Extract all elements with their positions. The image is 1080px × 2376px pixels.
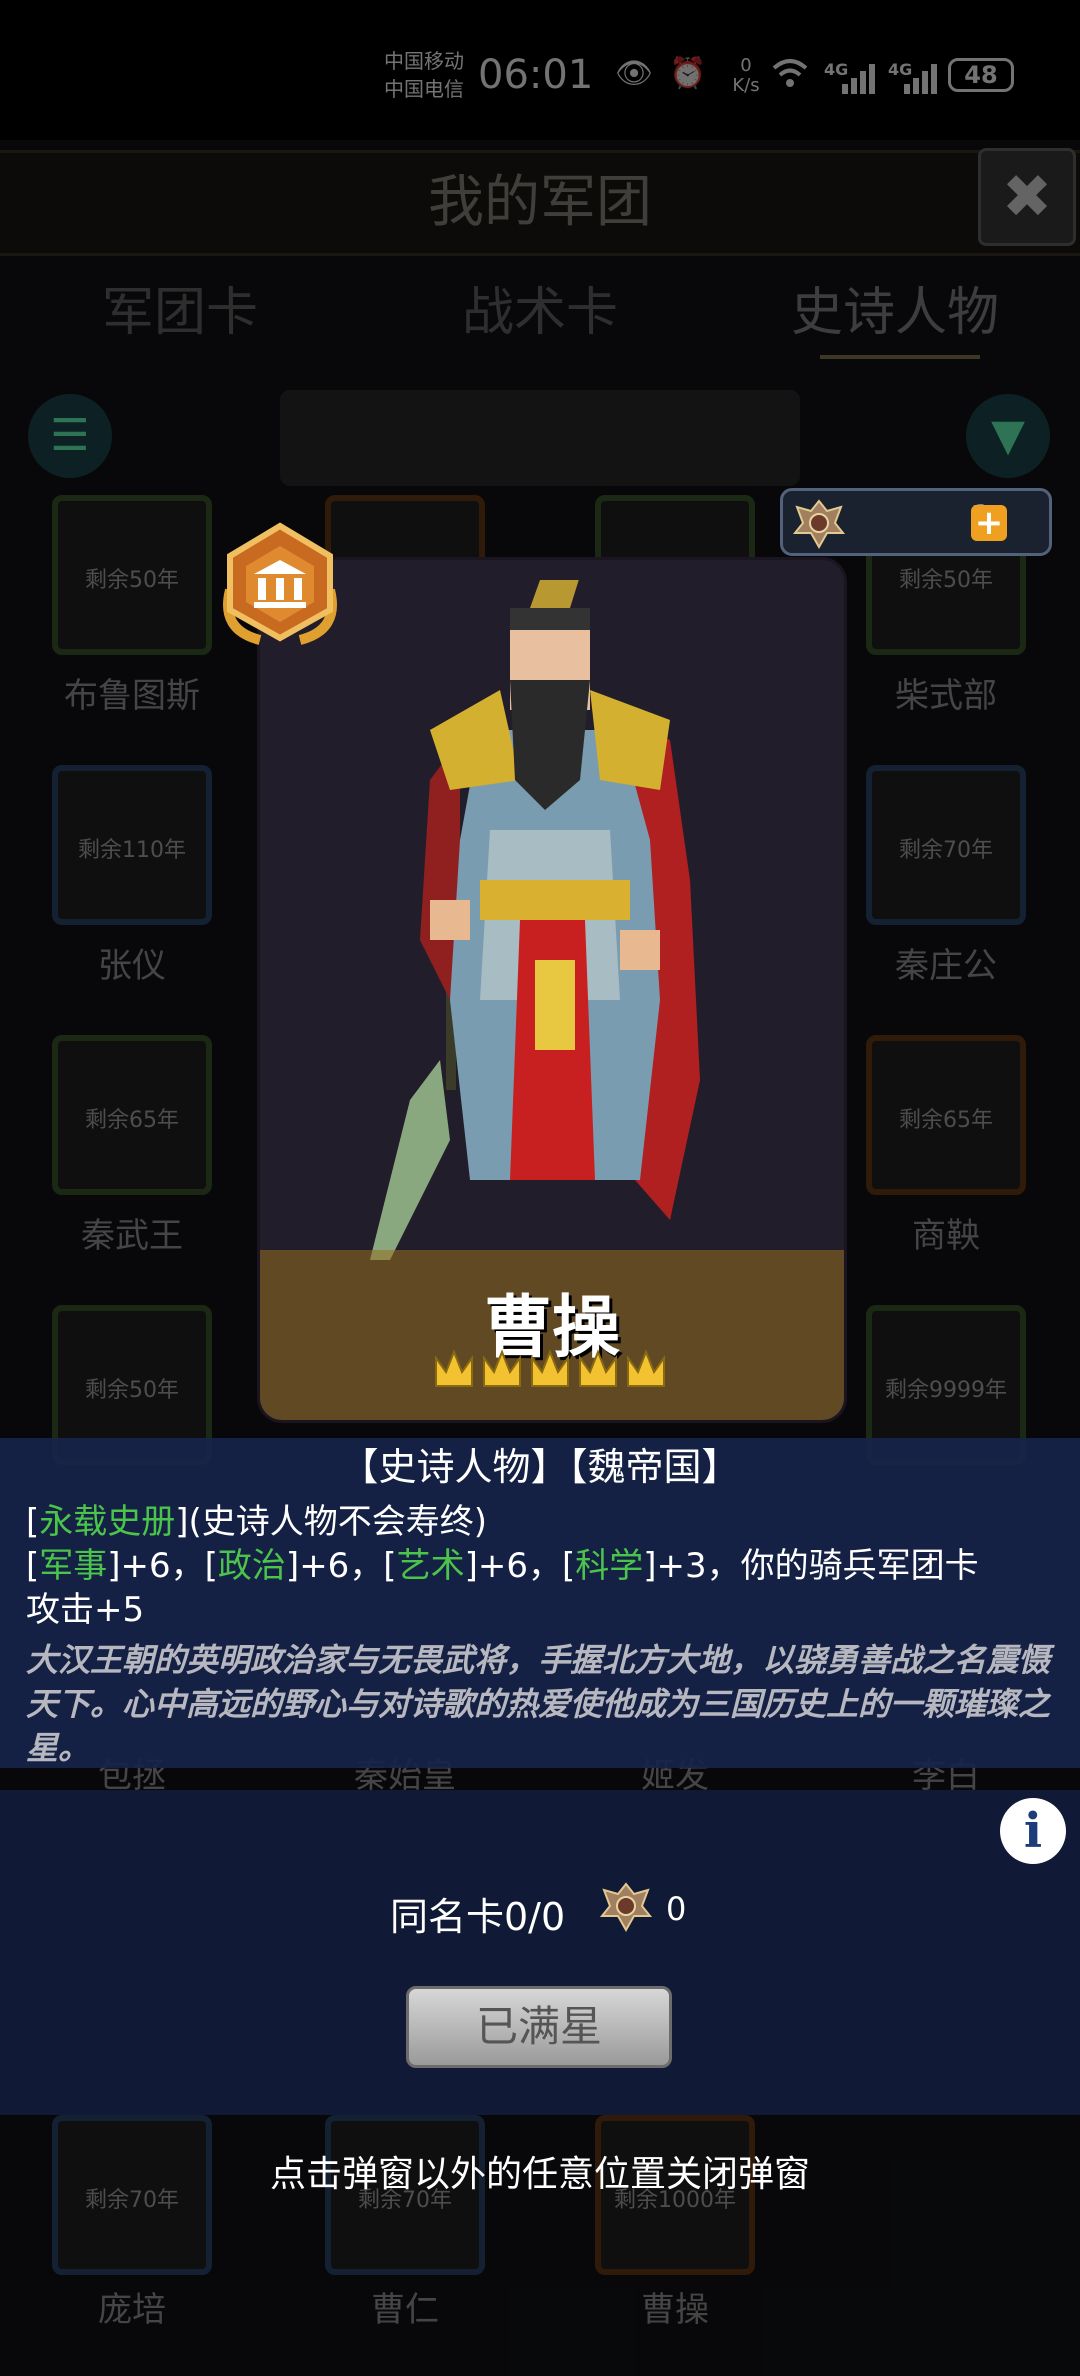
- trait-name: 永载史册: [39, 1502, 176, 1542]
- stat-politics: 政治: [217, 1546, 286, 1586]
- duplicate-token-count: 0: [666, 1890, 687, 1928]
- hero-card: 曹操: [260, 560, 844, 1420]
- carrier-1: 中国移动: [384, 49, 464, 73]
- card-remain: 剩余65年: [85, 1108, 179, 1133]
- battery-indicator: 48: [948, 58, 1014, 92]
- card-name: 布鲁图斯: [64, 676, 200, 716]
- eagle-emblem-icon: [598, 1878, 654, 1934]
- tab-active-indicator: [820, 355, 980, 359]
- token-counter: 3 +: [780, 488, 1052, 556]
- alarm-icon: ⏰: [669, 56, 707, 91]
- eagle-emblem-icon: [791, 495, 847, 551]
- filter-button[interactable]: ▼: [966, 394, 1050, 478]
- trait-line: [永载史册](史诗人物不会寿终): [26, 1502, 488, 1542]
- card-remain: 剩余50年: [85, 1378, 179, 1403]
- tab-legion-cards[interactable]: 军团卡: [30, 270, 330, 345]
- full-star-button[interactable]: 已满星: [406, 1986, 672, 2068]
- card-remain: 剩余70年: [899, 838, 993, 863]
- stats-line-2: 攻击+5: [26, 1590, 145, 1630]
- tab-tactic-cards[interactable]: 战术卡: [390, 270, 690, 345]
- page-title: 我的军团: [0, 150, 1080, 256]
- list-menu-button[interactable]: ☰: [28, 394, 112, 478]
- clock: 06:01: [478, 52, 594, 98]
- star-crowns: [432, 1342, 672, 1398]
- hero-portrait: [370, 580, 700, 1260]
- museum-badge-icon: [210, 520, 350, 650]
- search-input[interactable]: [280, 390, 800, 486]
- duplicate-card-label: 同名卡0/0: [390, 1895, 566, 1939]
- stats-line: [军事]+6，[政治]+6，[艺术]+6，[科学]+3，你的骑兵军团卡: [26, 1546, 979, 1586]
- card-name: 柴式部: [895, 676, 997, 716]
- card-remain: 剩余9999年: [885, 1378, 1007, 1403]
- hero-category: 【史诗人物】【魏帝国】: [340, 1445, 740, 1489]
- add-token-button[interactable]: +: [971, 505, 1007, 541]
- card-remain: 剩余50年: [899, 568, 993, 593]
- card-remain: 剩余50年: [85, 568, 179, 593]
- card-name: 庞培: [98, 2290, 166, 2330]
- stat-science: 科学: [575, 1546, 644, 1586]
- card-name: 张仪: [98, 946, 166, 986]
- hero-description: 大汉王朝的英明政治家与无畏武将，手握北方大地，以骁勇善战之名震慑天下。心中高远的…: [26, 1641, 1051, 1767]
- card-name: 商鞅: [912, 1216, 980, 1256]
- eye-icon: 👁: [614, 56, 654, 91]
- card-name: 秦庄公: [895, 946, 997, 986]
- stat-art: 艺术: [396, 1546, 465, 1586]
- net-speed: 0 K/s: [732, 55, 760, 96]
- stat-military: 军事: [39, 1546, 108, 1586]
- close-hint: 点击弹窗以外的任意位置关闭弹窗: [269, 2154, 810, 2195]
- card-name: 曹仁: [371, 2290, 439, 2330]
- card-remain: 剩余65年: [899, 1108, 993, 1133]
- card-name: 秦武王: [81, 1216, 183, 1256]
- card-name: 曹操: [641, 2290, 709, 2330]
- signal-1-icon: [834, 62, 878, 98]
- carrier-2: 中国电信: [384, 77, 464, 101]
- trait-note: (史诗人物不会寿终): [188, 1502, 488, 1542]
- status-bar: 中国移动 中国电信 06:01 👁 ⏰ 0 K/s 4G 4G 48: [0, 0, 1080, 140]
- crown-rating-icon: [435, 1349, 665, 1387]
- info-icon[interactable]: i: [1000, 1798, 1066, 1864]
- wifi-icon: [770, 56, 810, 92]
- card-remain: 剩余110年: [78, 838, 186, 863]
- close-button[interactable]: ✖: [978, 148, 1076, 246]
- tab-epic-figures[interactable]: 史诗人物: [745, 270, 1045, 345]
- signal-2-icon: [896, 62, 940, 98]
